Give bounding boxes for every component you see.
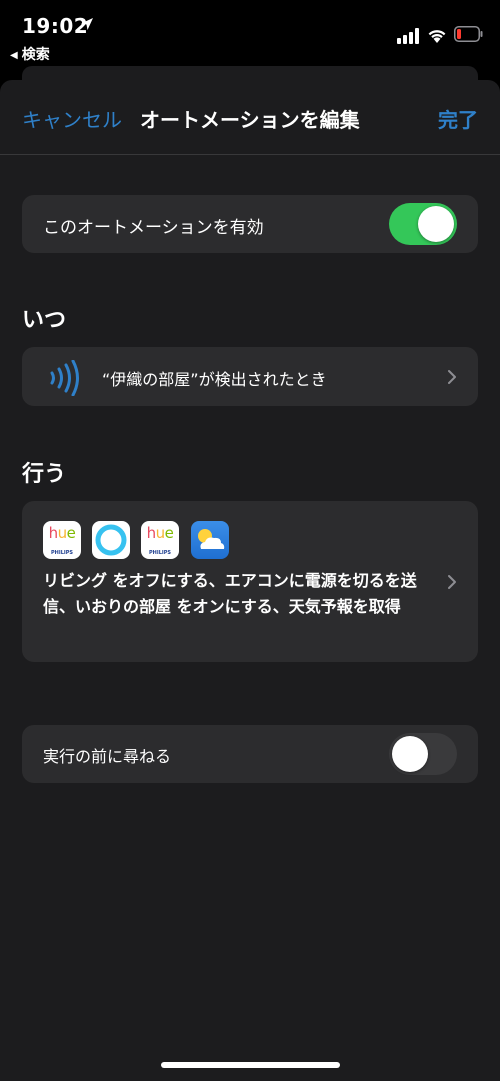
- chevron-right-icon: [448, 370, 456, 384]
- status-bar: 19:02 ◀ 検索: [0, 0, 500, 64]
- status-time: 19:02: [22, 14, 89, 38]
- alexa-ring-icon: [95, 524, 127, 556]
- nfc-signal-icon: [50, 360, 79, 396]
- back-app-label: 検索: [21, 47, 50, 63]
- back-to-app-button[interactable]: ◀ 検索: [10, 44, 50, 64]
- do-section-header: 行う: [22, 462, 67, 487]
- page-title: オートメーションを編集: [140, 108, 360, 132]
- trigger-label: “伊織の部屋”が検出されたとき: [102, 370, 327, 389]
- actions-row[interactable]: hue PHILIPS hue PHILIPS リビング をオフにする、エアコン…: [22, 501, 478, 662]
- trigger-row[interactable]: “伊織の部屋”が検出されたとき: [22, 347, 478, 406]
- enable-automation-toggle[interactable]: [389, 203, 457, 245]
- philips-logo-text: PHILIPS: [50, 550, 74, 556]
- done-button[interactable]: 完了: [438, 104, 478, 133]
- back-triangle-icon: ◀: [10, 50, 18, 61]
- sun-cloud-icon: [198, 529, 225, 549]
- ask-before-running-row: 実行の前に尋ねる: [22, 725, 478, 783]
- cellular-signal-icon: [397, 28, 419, 44]
- hue-icon: hue PHILIPS: [43, 521, 81, 559]
- hue-logo-text: hue: [146, 524, 174, 542]
- when-section-header: いつ: [22, 308, 67, 333]
- weather-icon: [191, 521, 229, 559]
- edit-automation-sheet: キャンセル オートメーションを編集 完了 このオートメーションを有効 いつ “伊…: [0, 80, 500, 1081]
- navigation-bar: キャンセル オートメーションを編集 完了: [0, 80, 500, 155]
- battery-low-icon: [454, 26, 483, 42]
- home-indicator[interactable]: [161, 1062, 340, 1068]
- toggle-knob: [418, 206, 454, 242]
- ask-before-running-toggle[interactable]: [389, 733, 457, 775]
- cancel-button[interactable]: キャンセル: [22, 104, 122, 133]
- hue-logo-text: hue: [48, 524, 76, 542]
- enable-automation-label: このオートメーションを有効: [43, 218, 264, 238]
- ask-before-running-label: 実行の前に尋ねる: [43, 747, 172, 766]
- actions-summary: リビング をオフにする、エアコンに電源を切るを送信、いおりの部屋 をオンにする、…: [43, 571, 417, 616]
- hue-icon: hue PHILIPS: [141, 521, 179, 559]
- location-arrow-icon: [81, 18, 93, 30]
- toggle-knob: [392, 736, 428, 772]
- philips-logo-text: PHILIPS: [148, 550, 172, 556]
- alexa-icon: [92, 521, 130, 559]
- chevron-right-icon: [448, 575, 456, 589]
- enable-automation-row: このオートメーションを有効: [22, 195, 478, 253]
- wifi-icon: [428, 30, 446, 43]
